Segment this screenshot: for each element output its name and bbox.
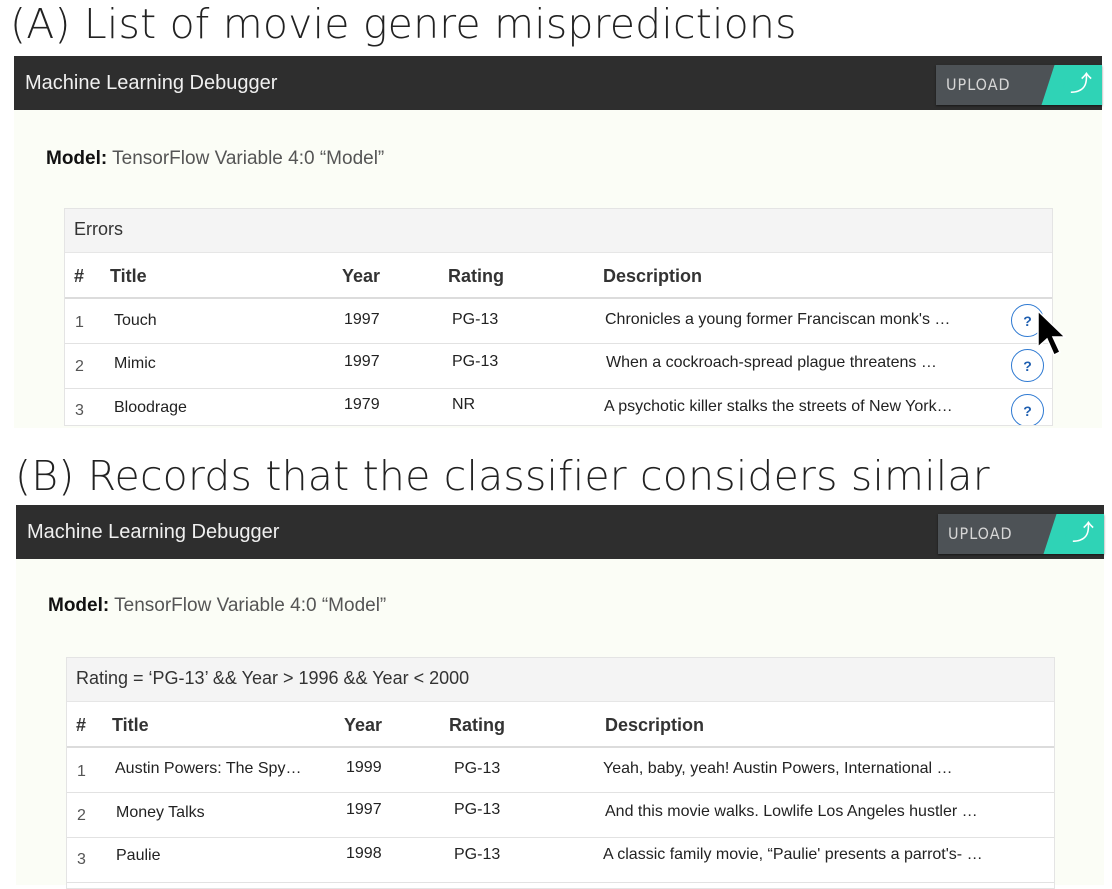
column-header-title[interactable]: Title <box>112 715 149 736</box>
upload-button[interactable]: UPLOAD ⤴ <box>936 65 1102 105</box>
row-description: A psychotic killer stalks the streets of… <box>604 398 953 415</box>
upload-button[interactable]: UPLOAD ⤴ <box>938 514 1104 554</box>
question-icon: ? <box>1023 313 1032 329</box>
caption-a: (A) List of movie genre mispredictions <box>10 0 797 48</box>
explain-button[interactable]: ? <box>1011 394 1044 425</box>
row-title: Mimic <box>114 355 156 372</box>
column-header-year[interactable]: Year <box>344 715 382 736</box>
model-value: TensorFlow Variable 4:0 “Model” <box>112 148 385 169</box>
upload-arrow-button[interactable]: ⤴ <box>1056 65 1102 105</box>
debugger-panel-a: Machine Learning Debugger UPLOAD ⤴ Model… <box>14 56 1102 428</box>
model-label: Model: <box>46 148 108 169</box>
model-value: TensorFlow Variable 4:0 “Model” <box>114 595 387 616</box>
row-number: 2 <box>77 807 86 824</box>
row-title: Bloodrage <box>114 399 187 416</box>
column-header-num[interactable]: # <box>74 266 84 287</box>
column-header-year[interactable]: Year <box>342 266 380 287</box>
question-icon: ? <box>1023 403 1032 419</box>
app-title: Machine Learning Debugger <box>25 72 278 94</box>
column-header-description[interactable]: Description <box>603 266 702 287</box>
table-row[interactable]: 3 Bloodrage 1979 NR A psychotic killer s… <box>65 389 1052 425</box>
column-header-rating[interactable]: Rating <box>449 715 505 736</box>
row-title: Money Talks <box>116 804 205 821</box>
table-caption: Errors <box>65 209 1052 253</box>
model-info: Model: TensorFlow Variable 4:0 “Model” <box>48 595 386 617</box>
upload-label: UPLOAD <box>948 524 1013 543</box>
row-rating: PG-13 <box>452 353 499 370</box>
table-caption: Rating = ‘PG-13’ && Year > 1996 && Year … <box>67 658 1054 702</box>
row-title: Touch <box>114 312 157 329</box>
row-year: 1997 <box>344 311 380 328</box>
row-year: 1997 <box>344 353 380 370</box>
row-year: 1998 <box>346 845 382 862</box>
row-description: When a cockroach-spread plague threatens… <box>606 354 937 371</box>
table-row[interactable]: 1 Touch 1997 PG-13 Chronicles a young fo… <box>65 299 1052 344</box>
row-description: And this movie walks. Lowlife Los Angele… <box>605 803 978 820</box>
row-number: 3 <box>75 402 84 419</box>
row-year: 1979 <box>344 396 380 413</box>
similar-records-table: Rating = ‘PG-13’ && Year > 1996 && Year … <box>66 657 1055 889</box>
row-description: Chronicles a young former Franciscan mon… <box>605 311 951 328</box>
app-bar: Machine Learning Debugger UPLOAD ⤴ <box>16 505 1104 559</box>
upload-arrow-button[interactable]: ⤴ <box>1058 514 1104 554</box>
column-header-description[interactable]: Description <box>605 715 704 736</box>
errors-table: Errors # Title Year Rating Description 1… <box>64 208 1053 426</box>
caption-b: (B) Records that the classifier consider… <box>15 452 990 500</box>
app-title: Machine Learning Debugger <box>27 521 280 543</box>
row-number: 3 <box>77 851 86 868</box>
row-rating: PG-13 <box>454 801 501 818</box>
row-title: Paulie <box>116 847 161 864</box>
column-header-rating[interactable]: Rating <box>448 266 504 287</box>
question-icon: ? <box>1023 358 1032 374</box>
row-description: Yeah, baby, yeah! Austin Powers, Interna… <box>603 760 953 777</box>
column-header-num[interactable]: # <box>76 715 86 736</box>
app-bar: Machine Learning Debugger UPLOAD ⤴ <box>14 56 1102 110</box>
table-row[interactable]: 1 Austin Powers: The Spy… 1999 PG-13 Yea… <box>67 748 1054 793</box>
table-row[interactable]: 3 Paulie 1998 PG-13 A classic family mov… <box>67 838 1054 883</box>
table-caption-text: Rating = ‘PG-13’ && Year > 1996 && Year … <box>76 668 470 688</box>
table-row[interactable]: 2 Mimic 1997 PG-13 When a cockroach-spre… <box>65 344 1052 389</box>
row-number: 1 <box>77 763 86 780</box>
row-title: Austin Powers: The Spy… <box>115 760 302 777</box>
row-rating: NR <box>452 396 476 413</box>
row-description: A classic family movie, “Paulie' present… <box>603 846 983 863</box>
upload-arrow-icon: ⤴ <box>1072 520 1095 545</box>
mouse-pointer-icon <box>1036 309 1067 364</box>
table-caption-text: Errors <box>74 219 123 239</box>
upload-arrow-icon: ⤴ <box>1070 71 1093 96</box>
row-rating: PG-13 <box>452 311 499 328</box>
row-year: 1999 <box>346 759 382 776</box>
column-header-title[interactable]: Title <box>110 266 147 287</box>
table-row[interactable]: 2 Money Talks 1997 PG-13 And this movie … <box>67 793 1054 838</box>
upload-label: UPLOAD <box>946 75 1011 94</box>
debugger-panel-b: Machine Learning Debugger UPLOAD ⤴ Model… <box>16 505 1104 889</box>
row-year: 1997 <box>346 801 382 818</box>
row-rating: PG-13 <box>454 760 501 777</box>
model-label: Model: <box>48 595 110 616</box>
row-number: 2 <box>75 358 84 375</box>
row-number: 1 <box>75 314 84 331</box>
model-info: Model: TensorFlow Variable 4:0 “Model” <box>46 148 384 170</box>
row-rating: PG-13 <box>454 846 501 863</box>
